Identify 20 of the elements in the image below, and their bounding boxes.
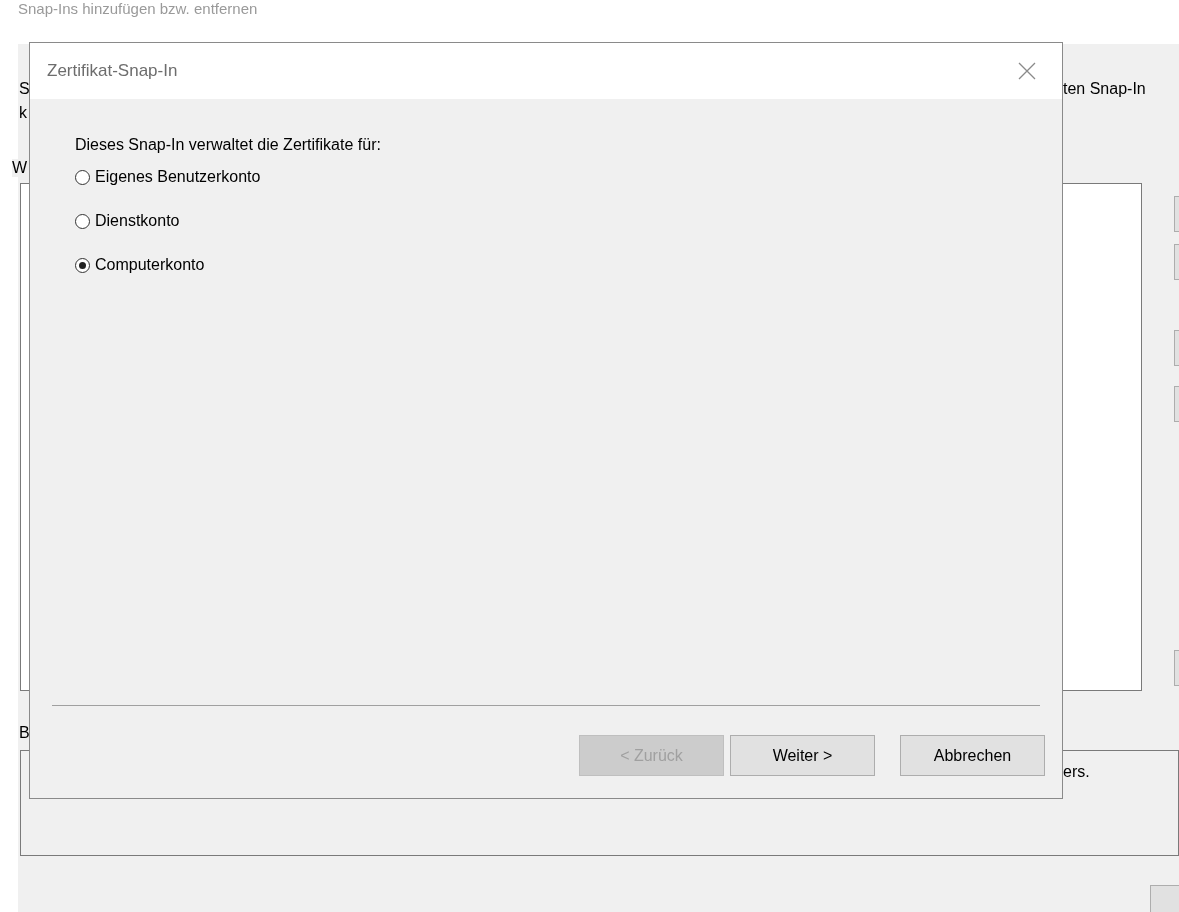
radio-option[interactable]: Computerkonto [75,255,205,275]
radio-button[interactable] [75,169,90,185]
radio-button[interactable] [75,213,90,229]
side-button[interactable] [1174,650,1179,686]
close-icon[interactable] [1018,62,1036,80]
prompt-text: Dieses Snap-In verwaltet die Zertifikate für: [75,135,382,155]
radio-option[interactable]: Dienstkonto [75,211,180,231]
radio-button[interactable] [75,257,90,273]
label-text: ten Snap-In [1063,80,1146,98]
radio-option[interactable]: Eigenes Benutzerkonto [75,167,261,187]
dialog-title: Zertifikat-Snap-In [47,60,178,83]
side-button[interactable] [1174,330,1179,366]
dialog-button[interactable]: Abbrechen [900,735,1045,776]
side-button[interactable] [1174,386,1179,422]
side-button[interactable] [1174,244,1179,280]
label-text: W [12,159,28,177]
side-button[interactable] [1174,196,1179,232]
window-title: Snap-Ins hinzufügen bzw. entfernen [18,0,258,18]
ok-button[interactable] [1150,885,1179,912]
dialog-button[interactable]: Weiter > [730,735,875,776]
